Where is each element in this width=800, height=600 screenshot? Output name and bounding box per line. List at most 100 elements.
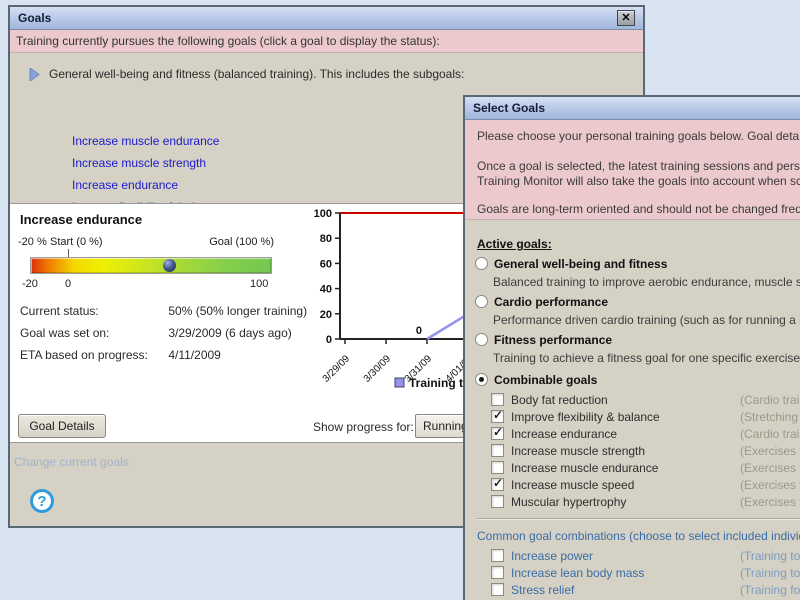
bar-label-minus20: -20 % (18, 236, 47, 248)
select-goals-window: Select Goals Please choose your personal… (463, 95, 800, 600)
y-tick: 60 (320, 258, 332, 270)
goals-banner-text: Training currently pursues the following… (16, 34, 440, 48)
active-goals-heading: Active goals: (477, 237, 552, 251)
checkbox-row-muscle-speed[interactable]: Increase muscle speed (Exercises to (491, 478, 800, 492)
status-panel-title: Increase endurance (20, 212, 142, 227)
stat-label: ETA based on progress: (20, 348, 165, 362)
checkbox-label[interactable]: Increase muscle endurance (511, 461, 658, 475)
goals-titlebar[interactable]: Goals ✕ (10, 7, 643, 30)
checkbox-label[interactable]: Increase muscle speed (511, 478, 634, 492)
checkbox-icon[interactable] (491, 478, 504, 491)
goal-option-cardio[interactable]: Cardio performance (475, 295, 608, 309)
checkbox-hint: (Training for (740, 583, 800, 597)
checkbox-row-hypertrophy[interactable]: Muscular hypertrophy (Exercises to (491, 495, 800, 509)
radio-icon[interactable] (475, 295, 488, 308)
checkbox-label[interactable]: Improve flexibility & balance (511, 410, 660, 424)
checkbox-icon[interactable] (491, 549, 504, 562)
expand-arrow-icon[interactable] (29, 68, 40, 81)
stat-goal-set-on: Goal was set on: 3/29/2009 (6 days ago) (20, 326, 292, 340)
checkbox-row-muscle-endurance[interactable]: Increase muscle endurance (Exercises to (491, 461, 800, 475)
stat-label: Current status: (20, 304, 165, 318)
checkbox-row-muscle-strength[interactable]: Increase muscle strength(Exercises to (491, 444, 800, 458)
stat-current-status: Current status: 50% (50% longer training… (20, 304, 307, 318)
checkbox-row-endurance[interactable]: Increase endurance (Cardio train (491, 427, 800, 441)
checkbox-label[interactable]: Body fat reduction (511, 393, 608, 407)
section-divider (477, 518, 800, 520)
bar-label-start: Start (0 %) (50, 236, 103, 248)
y-tick: 80 (320, 233, 332, 245)
checkbox-icon[interactable] (491, 461, 504, 474)
checkbox-row-stress-relief[interactable]: Stress relief (Training for (491, 583, 800, 597)
goal-option-description: Performance driven cardio training (such… (493, 313, 800, 327)
goal-tree-parent[interactable]: General well-being and fitness (balanced… (29, 67, 464, 81)
checkbox-hint: (Cardio train (740, 393, 800, 407)
checkbox-row-lean-body-mass[interactable]: Increase lean body mass (Training to (491, 566, 800, 580)
goals-window-title: Goals (18, 11, 51, 25)
goal-option-label[interactable]: Combinable goals (494, 373, 597, 387)
checkbox-hint: (Stretching a (740, 410, 800, 424)
checkbox-label[interactable]: Increase muscle strength (511, 444, 645, 458)
radio-icon[interactable] (475, 373, 488, 386)
checkbox-icon[interactable] (491, 583, 504, 596)
checkbox-hint: (Training to (740, 566, 800, 580)
stat-label: Goal was set on: (20, 326, 165, 340)
x-tick: 3/30/09 (362, 353, 394, 385)
y-tick: 20 (320, 309, 332, 321)
close-icon[interactable]: ✕ (617, 10, 635, 26)
checkbox-icon[interactable] (491, 393, 504, 406)
checkbox-label[interactable]: Increase power (511, 549, 593, 563)
goal-option-combinable[interactable]: Combinable goals (475, 373, 597, 387)
checkbox-hint: (Exercises to (740, 461, 800, 475)
change-goals-link[interactable]: Change current goals (14, 455, 129, 469)
goal-option-label[interactable]: Fitness performance (494, 333, 612, 347)
checkbox-label[interactable]: Increase lean body mass (511, 566, 644, 580)
checkbox-hint: (Exercises to (740, 478, 800, 492)
checkbox-label[interactable]: Stress relief (511, 583, 574, 597)
goal-tree-parent-label: General well-being and fitness (balanced… (49, 67, 464, 81)
subgoal-link-muscle-strength[interactable]: Increase muscle strength (72, 156, 206, 170)
checkbox-icon[interactable] (491, 427, 504, 440)
checkbox-icon[interactable] (491, 444, 504, 457)
bar-label-goal: Goal (100 %) (209, 236, 274, 248)
help-icon[interactable]: ? (30, 489, 54, 513)
checkbox-icon[interactable] (491, 410, 504, 423)
checkbox-row-body-fat[interactable]: Body fat reduction (Cardio train (491, 393, 800, 407)
goal-option-fitness[interactable]: Fitness performance (475, 333, 612, 347)
checkbox-label[interactable]: Increase endurance (511, 427, 617, 441)
goal-option-description: Balanced training to improve aerobic end… (493, 275, 800, 289)
radio-icon[interactable] (475, 257, 488, 270)
checkbox-hint: (Training to (740, 549, 800, 563)
checkbox-icon[interactable] (491, 495, 504, 508)
checkbox-icon[interactable] (491, 566, 504, 579)
stat-value: 3/29/2009 (6 days ago) (168, 326, 291, 340)
bar-zero-tick (68, 249, 69, 257)
gradient-bar (30, 257, 272, 274)
radio-icon[interactable] (475, 333, 488, 346)
intro-line: Training Monitor will also take the goal… (477, 174, 800, 188)
stat-value: 4/11/2009 (168, 348, 221, 362)
y-tick: 0 (326, 334, 332, 346)
checkbox-hint: (Exercises to (740, 495, 800, 509)
progress-range-bar: -20 % Start (0 %) Goal (100 %) -20 0 100 (18, 236, 274, 298)
select-goals-titlebar[interactable]: Select Goals (465, 97, 800, 120)
bar-tick-min: -20 (22, 278, 38, 290)
subgoal-link-endurance[interactable]: Increase endurance (72, 178, 178, 192)
show-progress-label: Show progress for: (313, 420, 414, 434)
combinations-heading: Common goal combinations (choose to sele… (477, 529, 800, 543)
bar-tick-zero: 0 (65, 278, 71, 290)
series-point-label: 0 (416, 325, 422, 337)
goal-option-general[interactable]: General well-being and fitness (475, 257, 667, 271)
checkbox-label[interactable]: Muscular hypertrophy (511, 495, 626, 509)
select-goals-intro: Please choose your personal training goa… (465, 120, 800, 220)
goal-option-label[interactable]: General well-being and fitness (494, 257, 667, 271)
goal-option-label[interactable]: Cardio performance (494, 295, 608, 309)
stat-eta: ETA based on progress: 4/11/2009 (20, 348, 221, 362)
intro-line: Please choose your personal training goa… (477, 129, 800, 143)
checkbox-row-increase-power[interactable]: Increase power (Training to (491, 549, 800, 563)
goal-details-button[interactable]: Goal Details (18, 414, 106, 438)
legend-swatch-icon (395, 378, 404, 387)
checkbox-hint: (Cardio train (740, 427, 800, 441)
bar-tick-max: 100 (250, 278, 268, 290)
subgoal-link-muscle-endurance[interactable]: Increase muscle endurance (72, 134, 219, 148)
checkbox-row-flexibility[interactable]: Improve flexibility & balance (Stretching… (491, 410, 800, 424)
